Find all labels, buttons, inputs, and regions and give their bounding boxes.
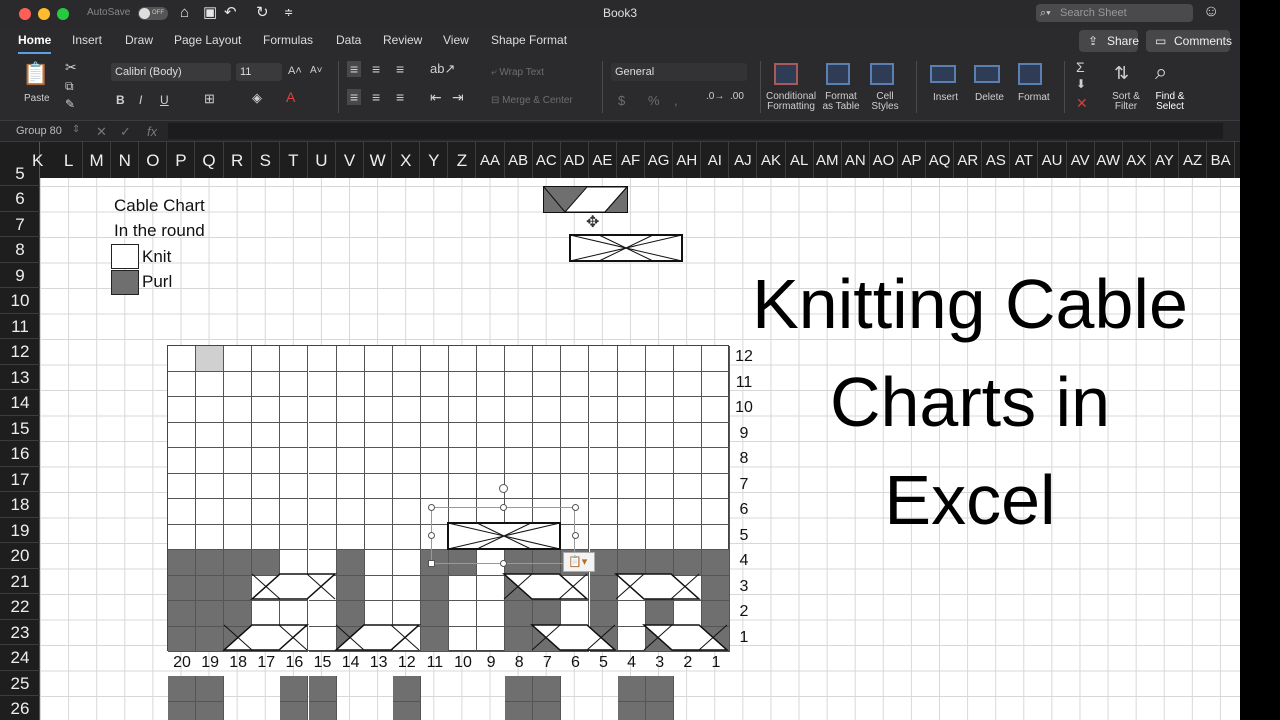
below-chart-cell[interactable] [617, 676, 646, 702]
below-chart-cell[interactable] [308, 676, 337, 702]
excel-window: AutoSave OFF ⌂ ▣ ↶ ↻ ≑ Book3 ⌕▾ Search S… [0, 0, 1280, 720]
heading-line-2: Charts in [829, 363, 1111, 441]
move-cursor-icon: ✥ [586, 214, 600, 231]
resize-handle[interactable] [428, 560, 435, 567]
below-chart-cell[interactable] [505, 701, 534, 720]
heading-line-3: Excel [884, 461, 1056, 539]
below-chart-cell[interactable] [280, 701, 309, 720]
resize-handle[interactable] [500, 504, 507, 511]
below-chart-cell[interactable] [645, 676, 674, 702]
resize-handle[interactable] [572, 532, 579, 539]
below-chart-cell[interactable] [617, 701, 646, 720]
heading-line-1: Knitting Cable [752, 265, 1188, 343]
below-chart-cell[interactable] [168, 701, 197, 720]
below-chart-cell[interactable] [196, 676, 225, 702]
below-chart-cell[interactable] [392, 676, 421, 702]
below-chart-cell[interactable] [533, 676, 562, 702]
video-title-overlay: Knitting Cable Charts in Excel [700, 255, 1240, 549]
below-chart-cell[interactable] [280, 676, 309, 702]
resize-handle[interactable] [428, 504, 435, 511]
window-edge [1240, 0, 1280, 720]
below-chart-cell[interactable] [505, 676, 534, 702]
below-chart-cell[interactable] [645, 701, 674, 720]
selected-cable-shape[interactable] [447, 522, 561, 550]
below-chart-cell[interactable] [533, 701, 562, 720]
resize-handle[interactable] [428, 532, 435, 539]
below-chart-cell[interactable] [308, 701, 337, 720]
below-chart-cell[interactable] [196, 701, 225, 720]
resize-handle[interactable] [572, 504, 579, 511]
below-chart-cell[interactable] [168, 676, 197, 702]
paste-options-button[interactable]: 📋▾ [563, 552, 595, 572]
rotate-handle-icon[interactable] [499, 484, 508, 493]
below-chart-cell[interactable] [392, 701, 421, 720]
resize-handle[interactable] [500, 560, 507, 567]
